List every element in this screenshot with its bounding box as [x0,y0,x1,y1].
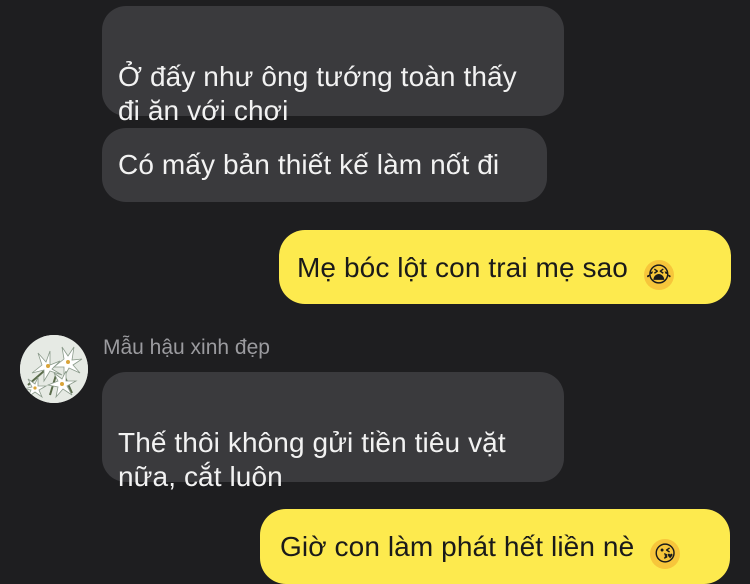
crying-face-icon: 😭 [643,260,674,290]
message-bubble-incoming[interactable]: Ở đấy như ông tướng toàn thấy đi ăn với … [102,6,564,126]
avatar[interactable] [20,335,88,403]
lily-flowers-icon [20,335,88,403]
message-text: Giờ con làm phát hết liền nè [280,531,635,562]
message-text: Mẹ bóc lột con trai mẹ sao [297,252,628,283]
message-text: Ở đấy như ông tướng toàn thấy đi ăn với … [118,61,517,126]
message-bubble-outgoing[interactable]: Giờ con làm phát hết liền nè 😘 [260,509,730,584]
message-bubble-incoming[interactable]: Thế thôi không gửi tiền tiêu vặt nữa, cắ… [102,372,564,492]
message-text: Có mấy bản thiết kế làm nốt đi [118,149,500,180]
message-bubble-incoming[interactable]: Có mấy bản thiết kế làm nốt đi [102,128,547,202]
message-text: Thế thôi không gửi tiền tiêu vặt nữa, cắ… [118,427,506,492]
sender-name: Mẫu hậu xinh đẹp [103,336,270,359]
message-bubble-outgoing[interactable]: Mẹ bóc lột con trai mẹ sao 😭 [279,230,731,304]
kissing-face-icon: 😘 [650,539,681,569]
